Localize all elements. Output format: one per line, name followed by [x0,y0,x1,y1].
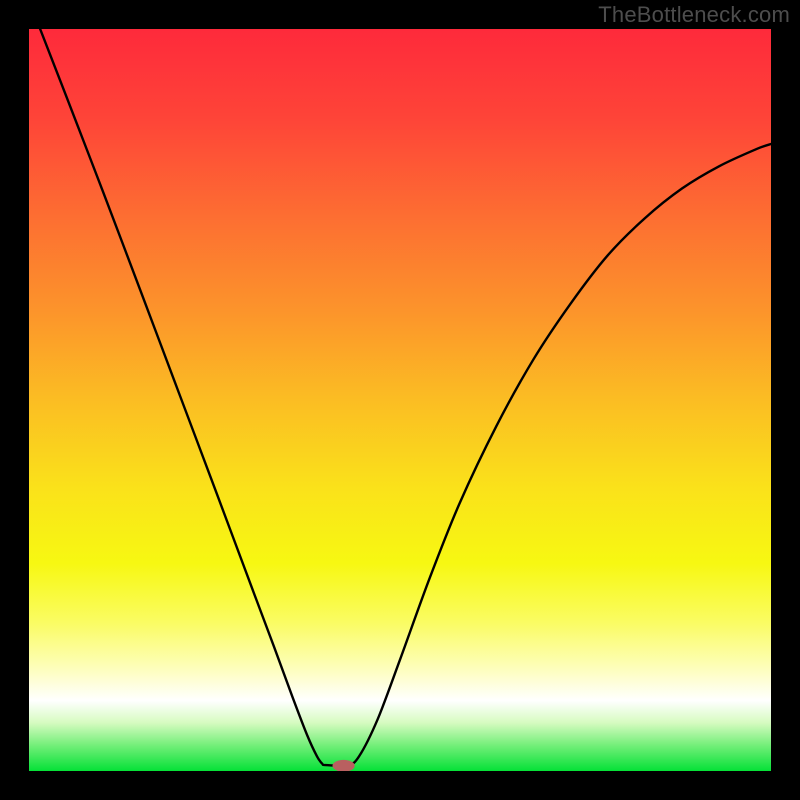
chart-plot [29,29,771,771]
chart-frame: TheBottleneck.com [0,0,800,800]
watermark-text: TheBottleneck.com [598,2,790,28]
chart-svg [29,29,771,771]
